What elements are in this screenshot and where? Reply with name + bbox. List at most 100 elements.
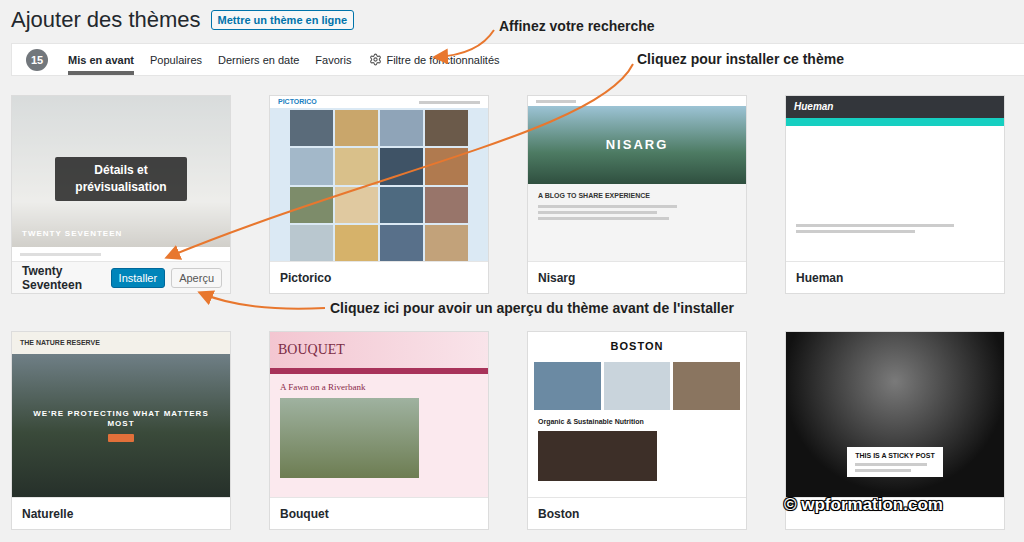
theme-card[interactable]: BOSTON Organic & Sustainable Nutrition Bos… [527,331,747,530]
preview-header: THE NATURE RESERVE [12,332,230,354]
filter-tabs: Mis en avant Populaires Derniers en date Fa… [68,44,351,75]
theme-footer: Hueman [786,261,1004,293]
preview-hero: THIS IS A STICKY POST [786,332,1004,497]
theme-name: Nisarg [538,271,575,285]
theme-footer: Bouquet [270,497,488,529]
theme-name: Pictorico [280,271,331,285]
filter-tab[interactable]: Populaires [150,44,202,75]
theme-name: Naturelle [22,507,73,521]
preview-title: BOUQUET [278,342,345,359]
preview-header: PICTORICO [270,96,488,108]
preview-tile [290,148,333,184]
theme-screenshot[interactable]: NISARG A BLOG TO SHARE EXPERIENCE [528,96,746,261]
filter-tab[interactable]: Mis en avant [68,44,134,75]
annotation-label: Affinez votre recherche [499,18,655,34]
preview-tile [290,110,333,146]
theme-footer: Twenty SeventeenInstallerAperçu [12,261,230,293]
theme-screenshot[interactable]: THIS IS A STICKY POST [786,332,1004,497]
preview-nav [786,118,1004,126]
preview-header: BOSTON [528,332,746,362]
details-label[interactable]: Détails et prévisualisation [55,157,187,201]
theme-screenshot[interactable]: Hueman [786,96,1004,261]
preview-nav [528,96,746,106]
feature-filter-label[interactable]: Filtre de fonctionnalités [386,54,499,66]
preview-tile [335,110,378,146]
preview-title: BOSTON [611,340,664,353]
theme-card[interactable]: Hueman Hueman [785,95,1005,294]
theme-name: Boston [538,507,579,521]
preview-tile [290,225,333,261]
gear-icon[interactable] [369,53,382,66]
annotation-layer: Affinez votre recherche Cliquez pour inst… [0,0,1024,542]
preview-hero: WE'RE PROTECTING WHAT MATTERS MOST [12,354,230,497]
preview-body [786,126,1004,261]
preview-tile [380,187,423,223]
theme-card[interactable]: TWENTY SEVENTEENDétails et prévisualisat… [11,95,231,294]
theme-screenshot[interactable]: THE NATURE RESERVE WE'RE PROTECTING WHAT … [12,332,230,497]
hover-overlay[interactable]: Détails et prévisualisation [12,96,230,261]
theme-name: Twenty Seventeen [22,264,111,292]
preview-body: A BLOG TO SHARE EXPERIENCE [528,184,746,262]
theme-grid: TWENTY SEVENTEENDétails et prévisualisat… [0,95,1024,530]
theme-footer: Naturelle [12,497,230,529]
theme-count: 15 [26,49,48,71]
preview-headline: THIS IS A STICKY POST [855,452,934,460]
preview-tile [380,225,423,261]
preview-title: PICTORICO [278,98,317,106]
theme-card[interactable]: BOUQUET A Fawn on a Riverbank Bouquet [269,331,489,530]
preview-headline: A Fawn on a Riverbank [280,382,366,393]
theme-name: Bouquet [280,507,329,521]
preview-title: THE NATURE RESERVE [20,339,100,347]
preview-headline: Organic & Sustainable Nutrition [538,418,644,426]
theme-actions: InstallerAperçu [111,268,222,288]
preview-tile [425,187,468,223]
theme-footer [786,497,1004,529]
preview-button[interactable]: Aperçu [171,268,222,288]
preview-tile [425,148,468,184]
preview-body: A Fawn on a Riverbank [270,374,488,497]
preview-button [108,434,134,442]
preview-header: BOUQUET [270,332,488,368]
arrow-icon [0,0,1024,542]
preview-hero: NISARG [528,106,746,184]
preview-tile [425,225,468,261]
preview-tile [335,187,378,223]
upload-theme-button[interactable]: Mettre un thème en ligne [211,10,355,30]
preview-headline: WE'RE PROTECTING WHAT MATTERS MOST [22,409,220,428]
feature-filter[interactable]: Filtre de fonctionnalités [369,44,499,75]
theme-screenshot[interactable]: PICTORICO [270,96,488,261]
page-title: Ajouter des thèmes [11,7,201,33]
annotation-label: Cliquez pour installer ce thème [637,51,844,67]
preview-tile [290,187,333,223]
theme-name: Hueman [796,271,843,285]
theme-footer: Nisarg [528,261,746,293]
filter-tab[interactable]: Derniers en date [218,44,299,75]
theme-card[interactable]: THE NATURE RESERVE WE'RE PROTECTING WHAT … [11,331,231,530]
watermark: © wpformation.com [784,495,943,515]
preview-tile [380,148,423,184]
theme-screenshot[interactable]: TWENTY SEVENTEENDétails et prévisualisat… [12,96,230,261]
filter-bar: 15 Mis en avant Populaires Derniers en date… [11,43,1024,76]
preview-title: Hueman [794,101,833,113]
preview-tiles [270,108,488,261]
preview-tile [425,110,468,146]
filter-tab[interactable]: Favoris [315,44,351,75]
theme-card[interactable]: PICTORICO Pictorico [269,95,489,294]
preview-sticky: THIS IS A STICKY POST [847,447,942,477]
install-button[interactable]: Installer [111,268,166,288]
theme-screenshot[interactable]: BOSTON Organic & Sustainable Nutrition [528,332,746,497]
preview-body: Organic & Sustainable Nutrition [528,410,746,497]
annotation-label: Cliquez ici pour avoir un aperçu du thèm… [330,300,734,316]
preview-headline: A BLOG TO SHARE EXPERIENCE [538,192,650,200]
preview-tile [335,225,378,261]
preview-tile [335,148,378,184]
preview-tile [380,110,423,146]
preview-header: Hueman [786,96,1004,118]
theme-screenshot[interactable]: BOUQUET A Fawn on a Riverbank [270,332,488,497]
theme-card[interactable]: THIS IS A STICKY POST [785,331,1005,530]
theme-footer: Pictorico [270,261,488,293]
preview-title: NISARG [606,137,669,153]
theme-browser: Ajouter des thèmes Mettre un thème en lig… [0,0,1024,542]
theme-card[interactable]: NISARG A BLOG TO SHARE EXPERIENCE Nisarg [527,95,747,294]
page-header: Ajouter des thèmes Mettre un thème en lig… [0,0,1024,33]
